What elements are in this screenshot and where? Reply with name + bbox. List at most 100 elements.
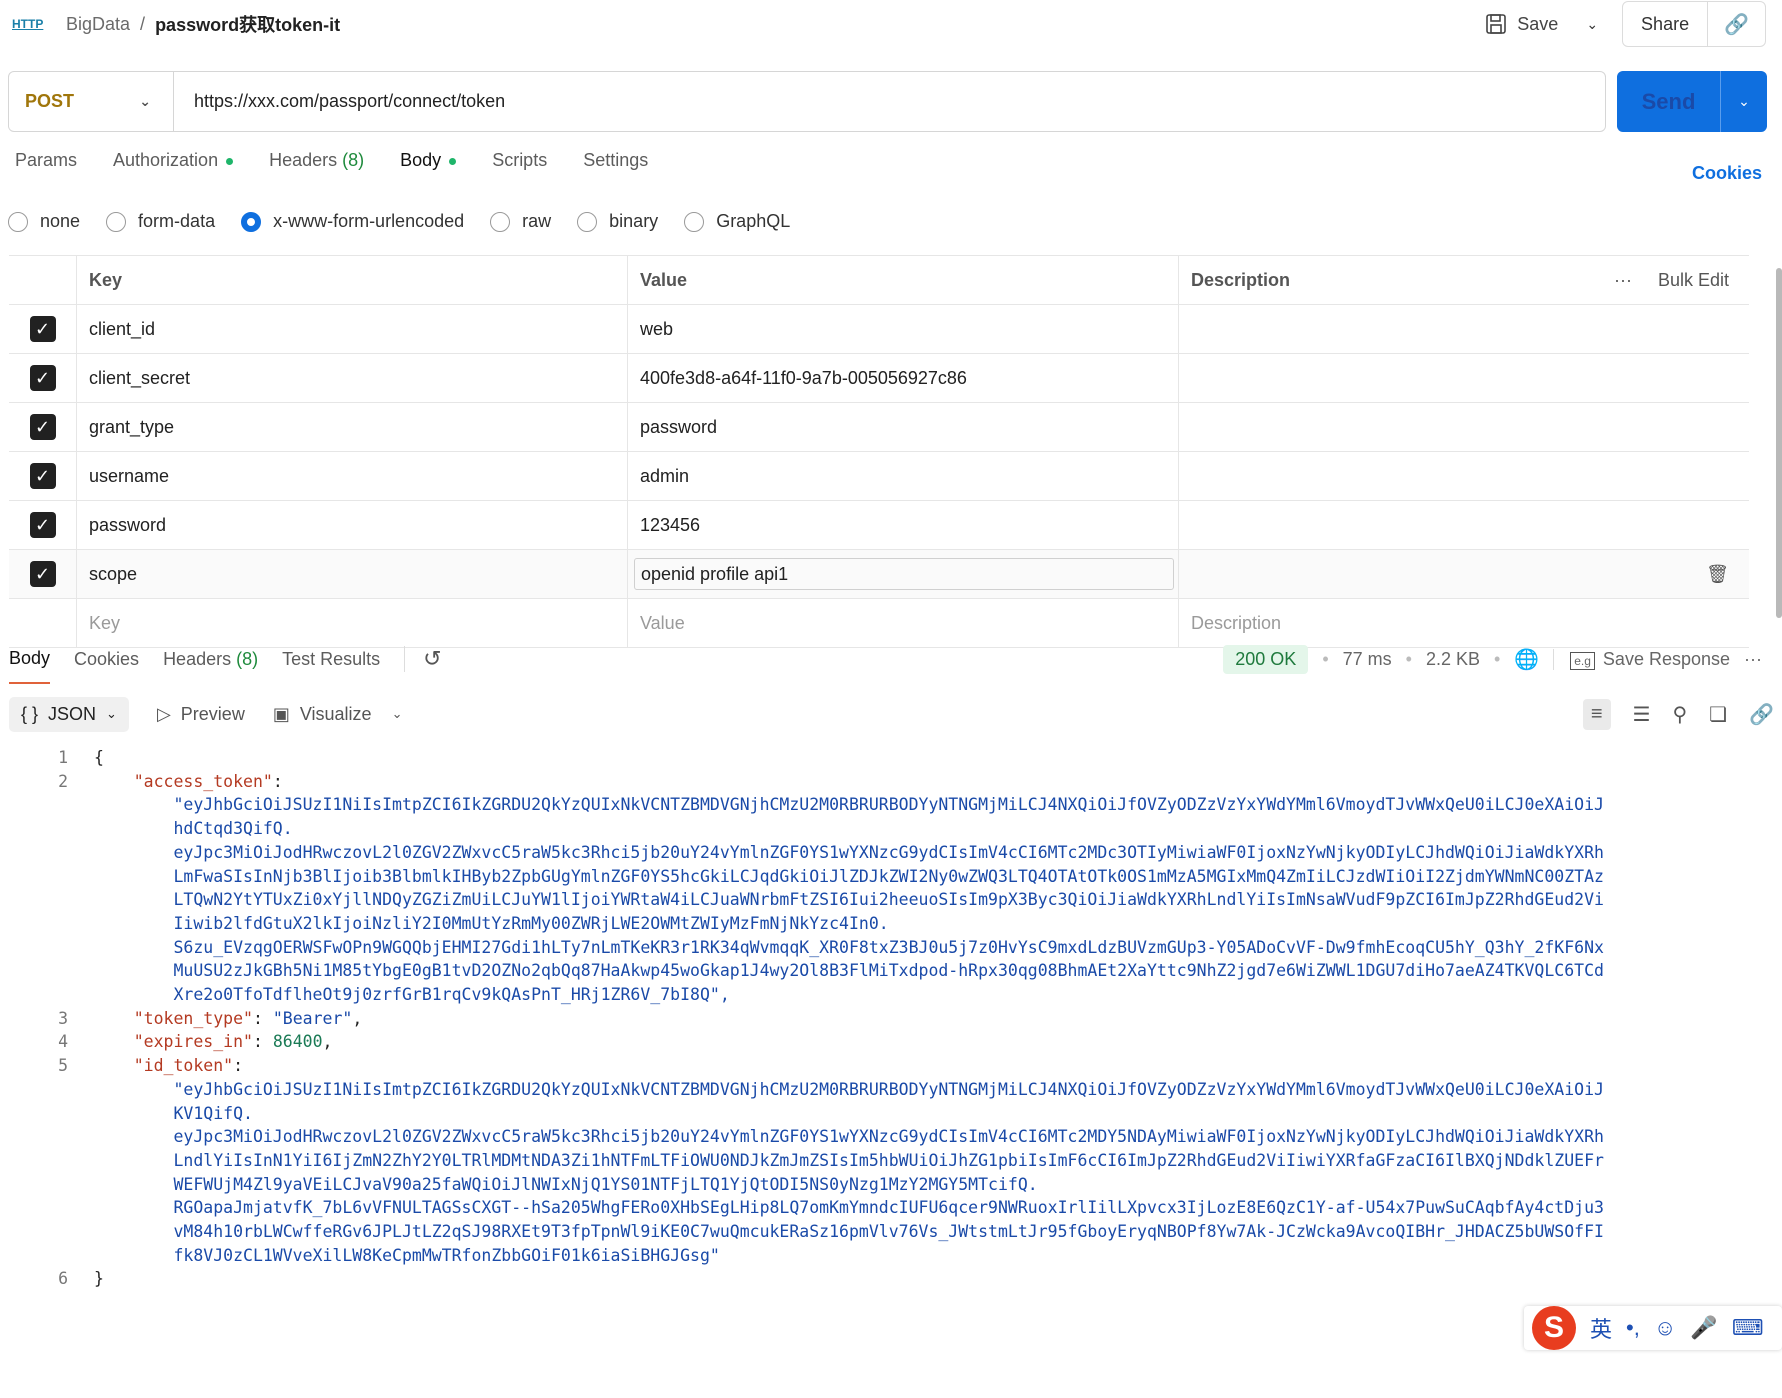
response-toolbar: { } JSON ⌄ ▷ Preview ▣ Visualize ⌄ ≡ ☰ ⚲ ❏ 🔗	[9, 694, 1774, 734]
kv-table: Key Value Description ··· Bulk Edit ✓ clie…	[9, 255, 1749, 648]
method-label: POST	[25, 91, 75, 111]
checkbox[interactable]: ✓	[29, 512, 56, 538]
ime-mode[interactable]: 英	[1590, 1312, 1612, 1344]
url-input[interactable]: https://xxx.com/passport/connect/token	[174, 91, 505, 112]
image-icon: ▣	[272, 703, 290, 724]
request-name[interactable]: password获取token-it	[155, 11, 340, 37]
row-checkbox-cell: ✓	[9, 550, 77, 598]
row-description[interactable]	[1179, 403, 1749, 451]
microphone-icon[interactable]: 🎤	[1690, 1315, 1717, 1341]
trash-icon[interactable]: 🗑	[1706, 564, 1729, 585]
visualize-chevron-icon[interactable]: ⌄	[392, 706, 403, 722]
share-button[interactable]: Share	[1623, 2, 1709, 46]
tab-headers[interactable]: Headers (8)	[269, 150, 364, 171]
row-description[interactable]: 🗑	[1179, 550, 1749, 598]
table-row: ✓ client_id web	[9, 305, 1749, 354]
play-icon: ▷	[156, 703, 171, 724]
table-row: ✓ client_secret 400fe3d8-a64f-11f0-9a7b-…	[9, 354, 1749, 403]
chevron-down-icon: ⌄	[139, 93, 151, 109]
checkbox[interactable]: ✓	[29, 463, 56, 489]
checkbox[interactable]: ✓	[29, 365, 56, 391]
tab-params[interactable]: Params	[15, 150, 77, 171]
link-icon[interactable]: 🔗	[1749, 702, 1774, 727]
preview-button[interactable]: ▷ Preview	[157, 704, 245, 725]
radio-circle	[684, 211, 705, 232]
row-checkbox-cell: ✓	[9, 305, 77, 353]
row-key[interactable]: client_id	[77, 305, 628, 353]
search-icon[interactable]: ⚲	[1673, 702, 1688, 727]
row-value[interactable]: admin	[628, 452, 1179, 500]
history-icon[interactable]: ↺	[404, 646, 442, 672]
scrollbar[interactable]	[1776, 268, 1782, 618]
radio-none[interactable]: none	[8, 211, 80, 232]
checkbox[interactable]: ✓	[29, 316, 56, 342]
method-select[interactable]: POST ⌄	[9, 72, 174, 131]
tab-authorization[interactable]: Authorization	[113, 150, 234, 171]
cookies-link[interactable]: Cookies	[1692, 163, 1762, 184]
table-row: ✓ grant_type password	[9, 403, 1749, 452]
send-button[interactable]: Send	[1617, 71, 1721, 132]
save-response-button[interactable]: e.g Save Response	[1553, 648, 1730, 670]
row-value-cell: openid profile api1	[628, 550, 1179, 598]
keyboard-icon[interactable]: ⌨	[1732, 1315, 1764, 1341]
send-options-chevron-icon[interactable]: ⌄	[1721, 93, 1767, 110]
more-icon[interactable]: ···	[1614, 270, 1632, 290]
row-value-input[interactable]: openid profile api1	[634, 558, 1174, 590]
bulk-edit-button[interactable]: Bulk Edit	[1658, 270, 1729, 290]
response-tab-tests[interactable]: Test Results	[282, 649, 380, 670]
breadcrumb-collection[interactable]: BigData	[66, 14, 130, 35]
share-group: Share 🔗	[1622, 1, 1766, 47]
radio-raw[interactable]: raw	[490, 211, 551, 232]
row-description[interactable]	[1179, 501, 1749, 549]
row-key[interactable]: scope	[77, 550, 628, 598]
radio-binary[interactable]: binary	[577, 211, 658, 232]
filter-icon[interactable]: ☰	[1633, 702, 1651, 727]
save-options-chevron-icon[interactable]: ⌄	[1572, 16, 1612, 33]
line-number: 2	[58, 771, 68, 791]
radio-form-data[interactable]: form-data	[106, 211, 215, 232]
sogou-logo-icon[interactable]: S	[1532, 1306, 1576, 1350]
row-description[interactable]	[1179, 305, 1749, 353]
visualize-button[interactable]: ▣ Visualize	[273, 704, 372, 725]
row-value[interactable]: password	[628, 403, 1179, 451]
emoji-icon[interactable]: ☺	[1654, 1315, 1676, 1341]
checkbox[interactable]: ✓	[29, 561, 56, 587]
response-tab-body[interactable]: Body	[9, 634, 51, 684]
status-dot	[449, 157, 457, 165]
top-actions: Save ⌄ Share 🔗	[1471, 0, 1766, 48]
row-description[interactable]	[1179, 354, 1749, 402]
row-value[interactable]: 123456	[628, 501, 1179, 549]
row-value[interactable]: web	[628, 305, 1179, 353]
header-value: Value	[628, 256, 1179, 304]
tab-settings[interactable]: Settings	[583, 150, 648, 171]
save-label: Save	[1517, 13, 1559, 34]
row-key[interactable]: password	[77, 501, 628, 549]
response-tab-cookies[interactable]: Cookies	[74, 649, 139, 670]
radio-graphql[interactable]: GraphQL	[684, 211, 790, 232]
row-value[interactable]: 400fe3d8-a64f-11f0-9a7b-005056927c86	[628, 354, 1179, 402]
bulk-edit-group: ··· Bulk Edit	[1614, 270, 1729, 291]
radio-urlencoded[interactable]: x-www-form-urlencoded	[241, 211, 464, 232]
response-tab-headers[interactable]: Headers (8)	[163, 649, 258, 670]
row-key[interactable]: grant_type	[77, 403, 628, 451]
link-icon[interactable]: 🔗	[1708, 12, 1765, 37]
punctuation-icon[interactable]: •,	[1626, 1315, 1640, 1341]
row-description[interactable]	[1179, 452, 1749, 500]
status-badge[interactable]: 200 OK	[1223, 644, 1309, 674]
network-globe-icon[interactable]: 🌐	[1514, 647, 1539, 672]
radio-label: binary	[609, 211, 659, 231]
more-icon[interactable]: ···	[1744, 649, 1762, 670]
tab-scripts[interactable]: Scripts	[492, 150, 547, 171]
copy-icon[interactable]: ❏	[1709, 702, 1727, 727]
send-group: Send ⌄	[1617, 71, 1767, 132]
row-key[interactable]: username	[77, 452, 628, 500]
row-key[interactable]: client_secret	[77, 354, 628, 402]
format-select[interactable]: { } JSON ⌄	[9, 696, 129, 732]
wrap-lines-icon[interactable]: ≡	[1582, 698, 1611, 730]
response-time[interactable]: 77 ms	[1343, 649, 1392, 670]
save-button[interactable]: Save	[1471, 13, 1572, 35]
checkbox[interactable]: ✓	[29, 414, 56, 440]
response-info: 200 OK • 77 ms • 2.2 KB • 🌐 e.g Save Resp…	[1223, 644, 1762, 674]
response-size[interactable]: 2.2 KB	[1426, 649, 1480, 670]
tab-body[interactable]: Body	[400, 150, 457, 171]
